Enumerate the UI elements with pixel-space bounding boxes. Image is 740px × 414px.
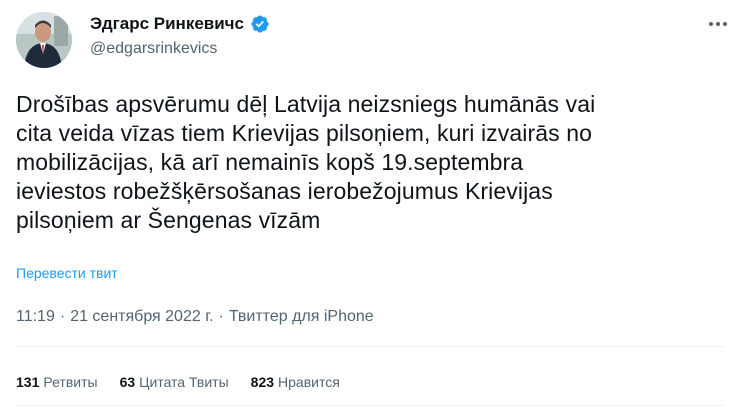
retweets-stat[interactable]: 131 Ретвиты (16, 374, 98, 390)
likes-label: Нравится (278, 374, 340, 390)
quotes-stat[interactable]: 63 Цитата Твиты (120, 374, 229, 390)
meta-separator: · (218, 308, 224, 325)
avatar-image (16, 12, 72, 68)
display-name-row: Эдгарс Ринкевичс (90, 14, 270, 34)
tweet-date[interactable]: 21 сентября 2022 г. (70, 308, 213, 326)
tweet-text-line: pilsoņiem ar Šengenas vīzām (16, 207, 321, 233)
likes-stat[interactable]: 823 Нравится (251, 374, 340, 390)
tweet-text-line: Drošības apsvērumu dēļ Latvija neizsnieg… (16, 91, 596, 117)
tweet-stats: 131 Ретвиты 63 Цитата Твиты 823 Нравится (16, 374, 340, 390)
verified-badge-icon (250, 14, 270, 34)
quotes-label: Цитата Твиты (139, 374, 229, 390)
tweet-header: Эдгарс Ринкевичс @edgarsrinkevics (16, 8, 724, 72)
tweet-time[interactable]: 11:19 (16, 308, 55, 326)
display-name[interactable]: Эдгарс Ринкевичс (90, 14, 244, 34)
divider (16, 346, 724, 347)
retweets-count: 131 (16, 374, 40, 390)
tweet-text-line: ieviestos robežšķērsošanas ierobežojumus… (16, 178, 553, 204)
retweets-label: Ретвиты (43, 374, 98, 390)
tweet-source[interactable]: Твиттер для iPhone (229, 308, 374, 326)
tweet-text: Drošības apsvērumu dēļ Latvija neizsnieg… (16, 90, 716, 235)
tweet-meta: 11:19 · 21 сентября 2022 г. · Твиттер дл… (16, 308, 374, 326)
divider (16, 405, 724, 406)
likes-count: 823 (250, 374, 275, 390)
author-handle[interactable]: @edgarsrinkevics (90, 40, 270, 58)
tweet-text-line: mobilizācijas, kā arī nemainīs kopš 19.s… (16, 149, 524, 175)
more-options-button[interactable] (702, 8, 734, 40)
quotes-count: 63 (119, 374, 136, 390)
meta-separator: · (59, 308, 66, 325)
tweet-text-line: cita veida vīzas tiem Krievijas pilsoņie… (16, 120, 592, 146)
author-names: Эдгарс Ринкевичс @edgarsrinkevics (90, 14, 270, 58)
avatar[interactable] (16, 12, 72, 68)
translate-tweet-link[interactable]: Перевести твит (16, 265, 118, 281)
more-dots-icon (709, 22, 727, 26)
tweet-card: Эдгарс Ринкевичс @edgarsrinkevics Drošīb… (0, 0, 740, 414)
